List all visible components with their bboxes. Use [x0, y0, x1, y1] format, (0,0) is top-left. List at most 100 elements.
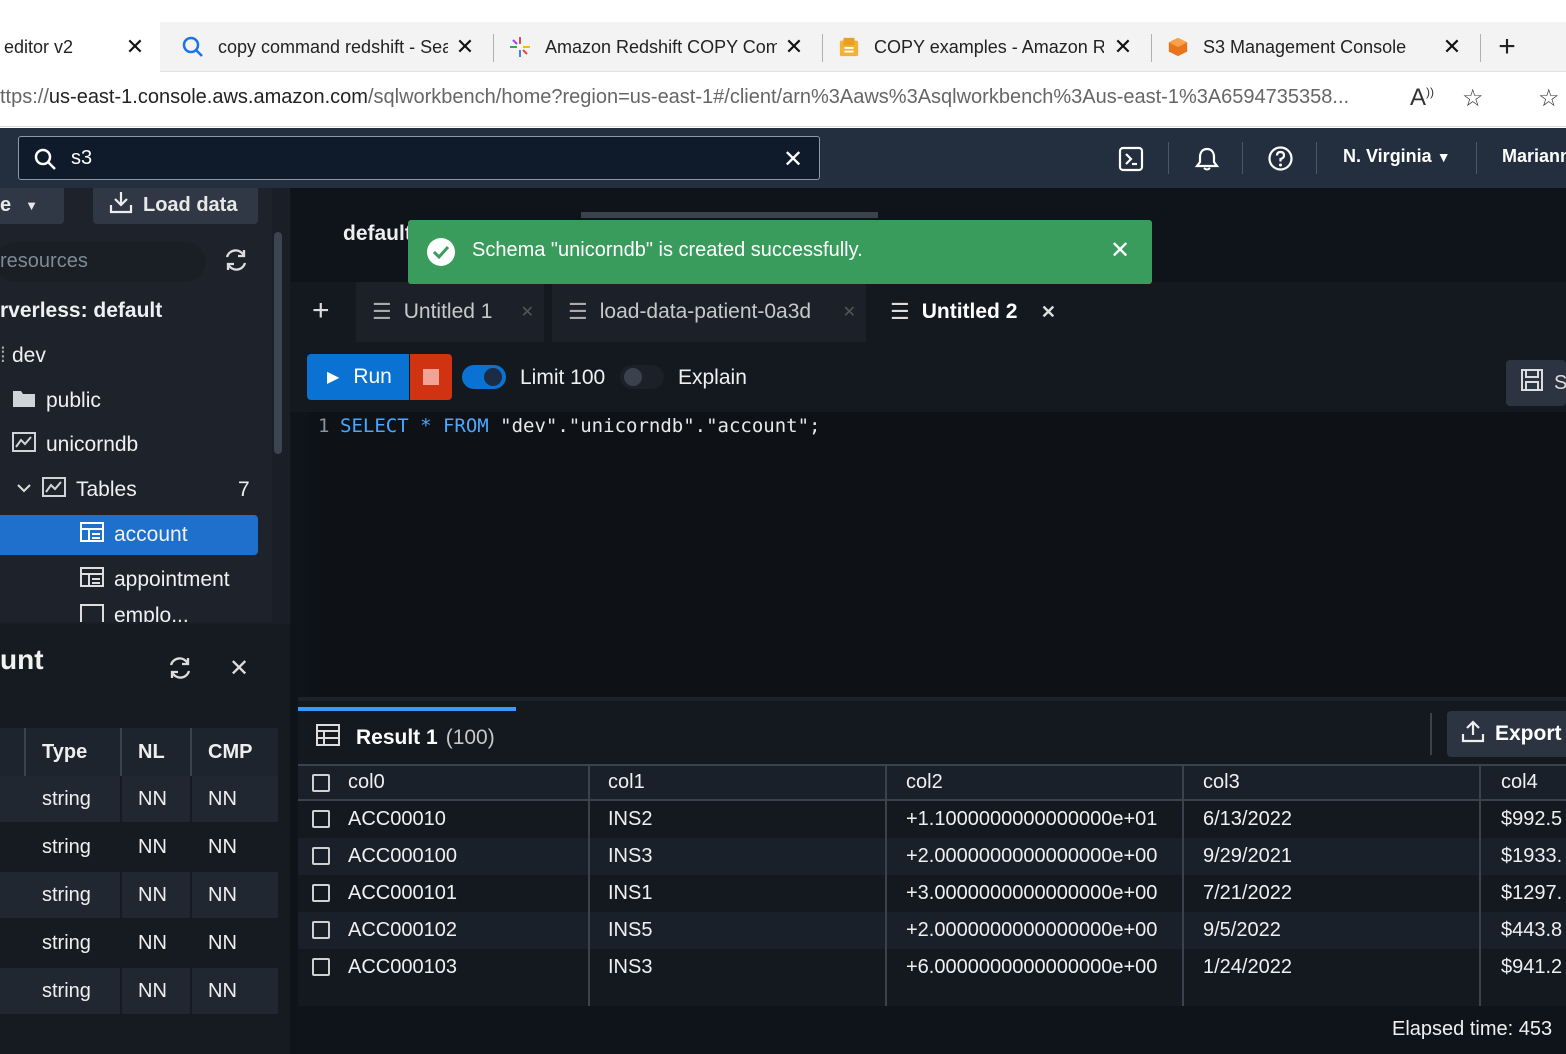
export-button[interactable]: Export [1447, 711, 1566, 757]
close-icon[interactable]: ✕ [454, 34, 476, 60]
cell-col0[interactable]: ACC000100 [348, 838, 457, 875]
filter-resources-input[interactable]: resources [0, 242, 206, 282]
close-icon[interactable]: ✕ [843, 302, 856, 322]
column-row[interactable]: string NN NN [0, 824, 278, 870]
clear-search-icon[interactable]: ✕ [783, 145, 803, 174]
connection-context[interactable]: default [343, 222, 412, 246]
close-icon[interactable]: ✕ [1112, 34, 1134, 60]
row-checkbox[interactable] [312, 958, 330, 976]
account-menu[interactable]: Mariann [1502, 146, 1566, 167]
tree-scrollbar[interactable] [274, 232, 282, 454]
column-header-col3[interactable]: col3 [1203, 766, 1240, 799]
close-icon[interactable]: ✕ [1441, 34, 1463, 60]
row-checkbox[interactable] [312, 847, 330, 865]
limit-toggle[interactable] [462, 365, 506, 389]
favorite-add-icon[interactable]: ☆ [1462, 84, 1484, 113]
table-row[interactable]: ACC000100 INS3 +2.0000000000000000e+00 9/29… [298, 838, 1566, 875]
bell-icon[interactable] [1194, 146, 1220, 178]
sql-editor[interactable]: 1 SELECT * FROM "dev"."unicorndb"."accou… [308, 412, 1566, 697]
tab-load-data-patient[interactable]: ☰ load-data-patient-0a3d ✕ [552, 282, 866, 342]
close-icon[interactable]: ✕ [783, 34, 805, 60]
explain-toggle[interactable] [620, 365, 664, 389]
row-checkbox[interactable] [312, 884, 330, 902]
cell-col4[interactable]: $1297. [1501, 875, 1562, 912]
cell-col1[interactable]: INS3 [608, 838, 652, 875]
column-row[interactable]: string NN NN [0, 776, 278, 822]
tree-database-dev[interactable]: ⁞ dev [0, 336, 272, 376]
column-header-type[interactable]: Type [42, 741, 87, 764]
column-row[interactable]: string NN NN [0, 920, 278, 966]
result-tab[interactable]: Result 1 (100) [298, 707, 516, 764]
url-text[interactable]: ttps://us-east-1.console.aws.amazon.com/… [0, 86, 1349, 109]
table-row[interactable]: ACC00010 INS2 +1.1000000000000000e+01 6/13/… [298, 801, 1566, 838]
cell-col2[interactable]: +1.1000000000000000e+01 [906, 801, 1157, 838]
column-row[interactable]: string NN NN [0, 968, 278, 1014]
tree-schema-unicorndb[interactable]: unicorndb [0, 425, 272, 465]
tree-table-appointment[interactable]: appointment [0, 560, 272, 600]
cell-col0[interactable]: ACC00010 [348, 801, 446, 838]
cell-col2[interactable]: +2.0000000000000000e+00 [906, 838, 1157, 875]
cloudshell-icon[interactable] [1118, 146, 1144, 178]
cell-col2[interactable]: +2.0000000000000000e+00 [906, 912, 1157, 949]
refresh-icon[interactable] [222, 246, 250, 279]
column-header-nl[interactable]: NL [138, 741, 165, 764]
table-row[interactable]: ACC000101 INS1 +3.0000000000000000e+00 7/21… [298, 875, 1566, 912]
cell-col4[interactable]: $941.2 [1501, 949, 1562, 986]
cell-col3[interactable]: 7/21/2022 [1203, 875, 1292, 912]
favorites-icon[interactable]: ☆ [1538, 84, 1560, 113]
tree-table-account[interactable]: account [0, 515, 258, 555]
search-input[interactable]: s3 ✕ [18, 136, 820, 180]
row-checkbox[interactable] [312, 810, 330, 828]
column-header-col4[interactable]: col4 [1501, 766, 1538, 799]
cell-col0[interactable]: ACC000101 [348, 875, 457, 912]
load-data-button[interactable]: Load data [93, 188, 258, 224]
region-selector[interactable]: N. Virginia ▼ [1343, 146, 1451, 167]
browser-tab-redshift-copy[interactable]: Amazon Redshift COPY Com ✕ [497, 22, 819, 72]
save-button[interactable]: S [1506, 360, 1566, 406]
row-checkbox[interactable] [312, 921, 330, 939]
cell-col4[interactable]: $1933. [1501, 838, 1562, 875]
tab-untitled-1[interactable]: ☰ Untitled 1 ✕ [356, 282, 544, 342]
cell-col4[interactable]: $992.5 [1501, 801, 1562, 838]
browser-tab-copy-examples[interactable]: COPY examples - Amazon Re ✕ [826, 22, 1148, 72]
new-tab-button[interactable]: + [1490, 22, 1524, 72]
table-row[interactable]: ACC000103 INS3 +6.0000000000000000e+00 1/24… [298, 949, 1566, 986]
column-header-col0[interactable]: col0 [348, 766, 385, 799]
cell-col0[interactable]: ACC000103 [348, 949, 457, 986]
cell-col1[interactable]: INS1 [608, 875, 652, 912]
cell-col1[interactable]: INS2 [608, 801, 652, 838]
cell-col4[interactable]: $443.8 [1501, 912, 1562, 949]
browser-tab-s3-console[interactable]: S3 Management Console ✕ [1155, 22, 1477, 72]
cell-col2[interactable]: +6.0000000000000000e+00 [906, 949, 1157, 986]
read-aloud-icon[interactable]: A)) [1410, 84, 1434, 112]
tree-tables-folder[interactable]: Tables 7 [0, 470, 272, 510]
stop-button[interactable] [410, 354, 452, 400]
cell-col3[interactable]: 6/13/2022 [1203, 801, 1292, 838]
tree-schema-public[interactable]: public [0, 381, 272, 421]
run-button[interactable]: ▶ Run [307, 354, 409, 400]
cell-col1[interactable]: INS5 [608, 912, 652, 949]
cell-col3[interactable]: 9/5/2022 [1203, 912, 1281, 949]
tree-table-partial[interactable]: emplo... [0, 604, 272, 622]
sql-code-line[interactable]: SELECT * FROM "dev"."unicorndb"."account… [340, 415, 820, 437]
column-header-col1[interactable]: col1 [608, 766, 645, 799]
cell-col0[interactable]: ACC000102 [348, 912, 457, 949]
table-row[interactable]: ACC000102 INS5 +2.0000000000000000e+00 9/5/… [298, 912, 1566, 949]
create-button[interactable]: e ▼ [0, 188, 64, 224]
add-tab-button[interactable]: + [312, 294, 330, 328]
refresh-icon[interactable] [166, 654, 194, 687]
cell-col1[interactable]: INS3 [608, 949, 652, 986]
close-icon[interactable]: ✕ [124, 34, 146, 60]
cell-col3[interactable]: 1/24/2022 [1203, 949, 1292, 986]
help-icon[interactable] [1267, 145, 1294, 178]
address-bar[interactable]: ttps://us-east-1.console.aws.amazon.com/… [0, 72, 1566, 127]
cell-col3[interactable]: 9/29/2021 [1203, 838, 1292, 875]
tab-untitled-2[interactable]: ☰ Untitled 2 ✕ [874, 282, 1064, 342]
close-icon[interactable]: ✕ [1041, 302, 1056, 323]
select-all-checkbox[interactable] [312, 774, 330, 792]
browser-tab-search[interactable]: copy command redshift - Sea ✕ [170, 22, 490, 72]
close-icon[interactable]: ✕ [521, 302, 534, 322]
cell-col2[interactable]: +3.0000000000000000e+00 [906, 875, 1157, 912]
close-icon[interactable]: ✕ [1110, 236, 1130, 265]
tree-connection[interactable]: rverless: default [0, 291, 272, 331]
